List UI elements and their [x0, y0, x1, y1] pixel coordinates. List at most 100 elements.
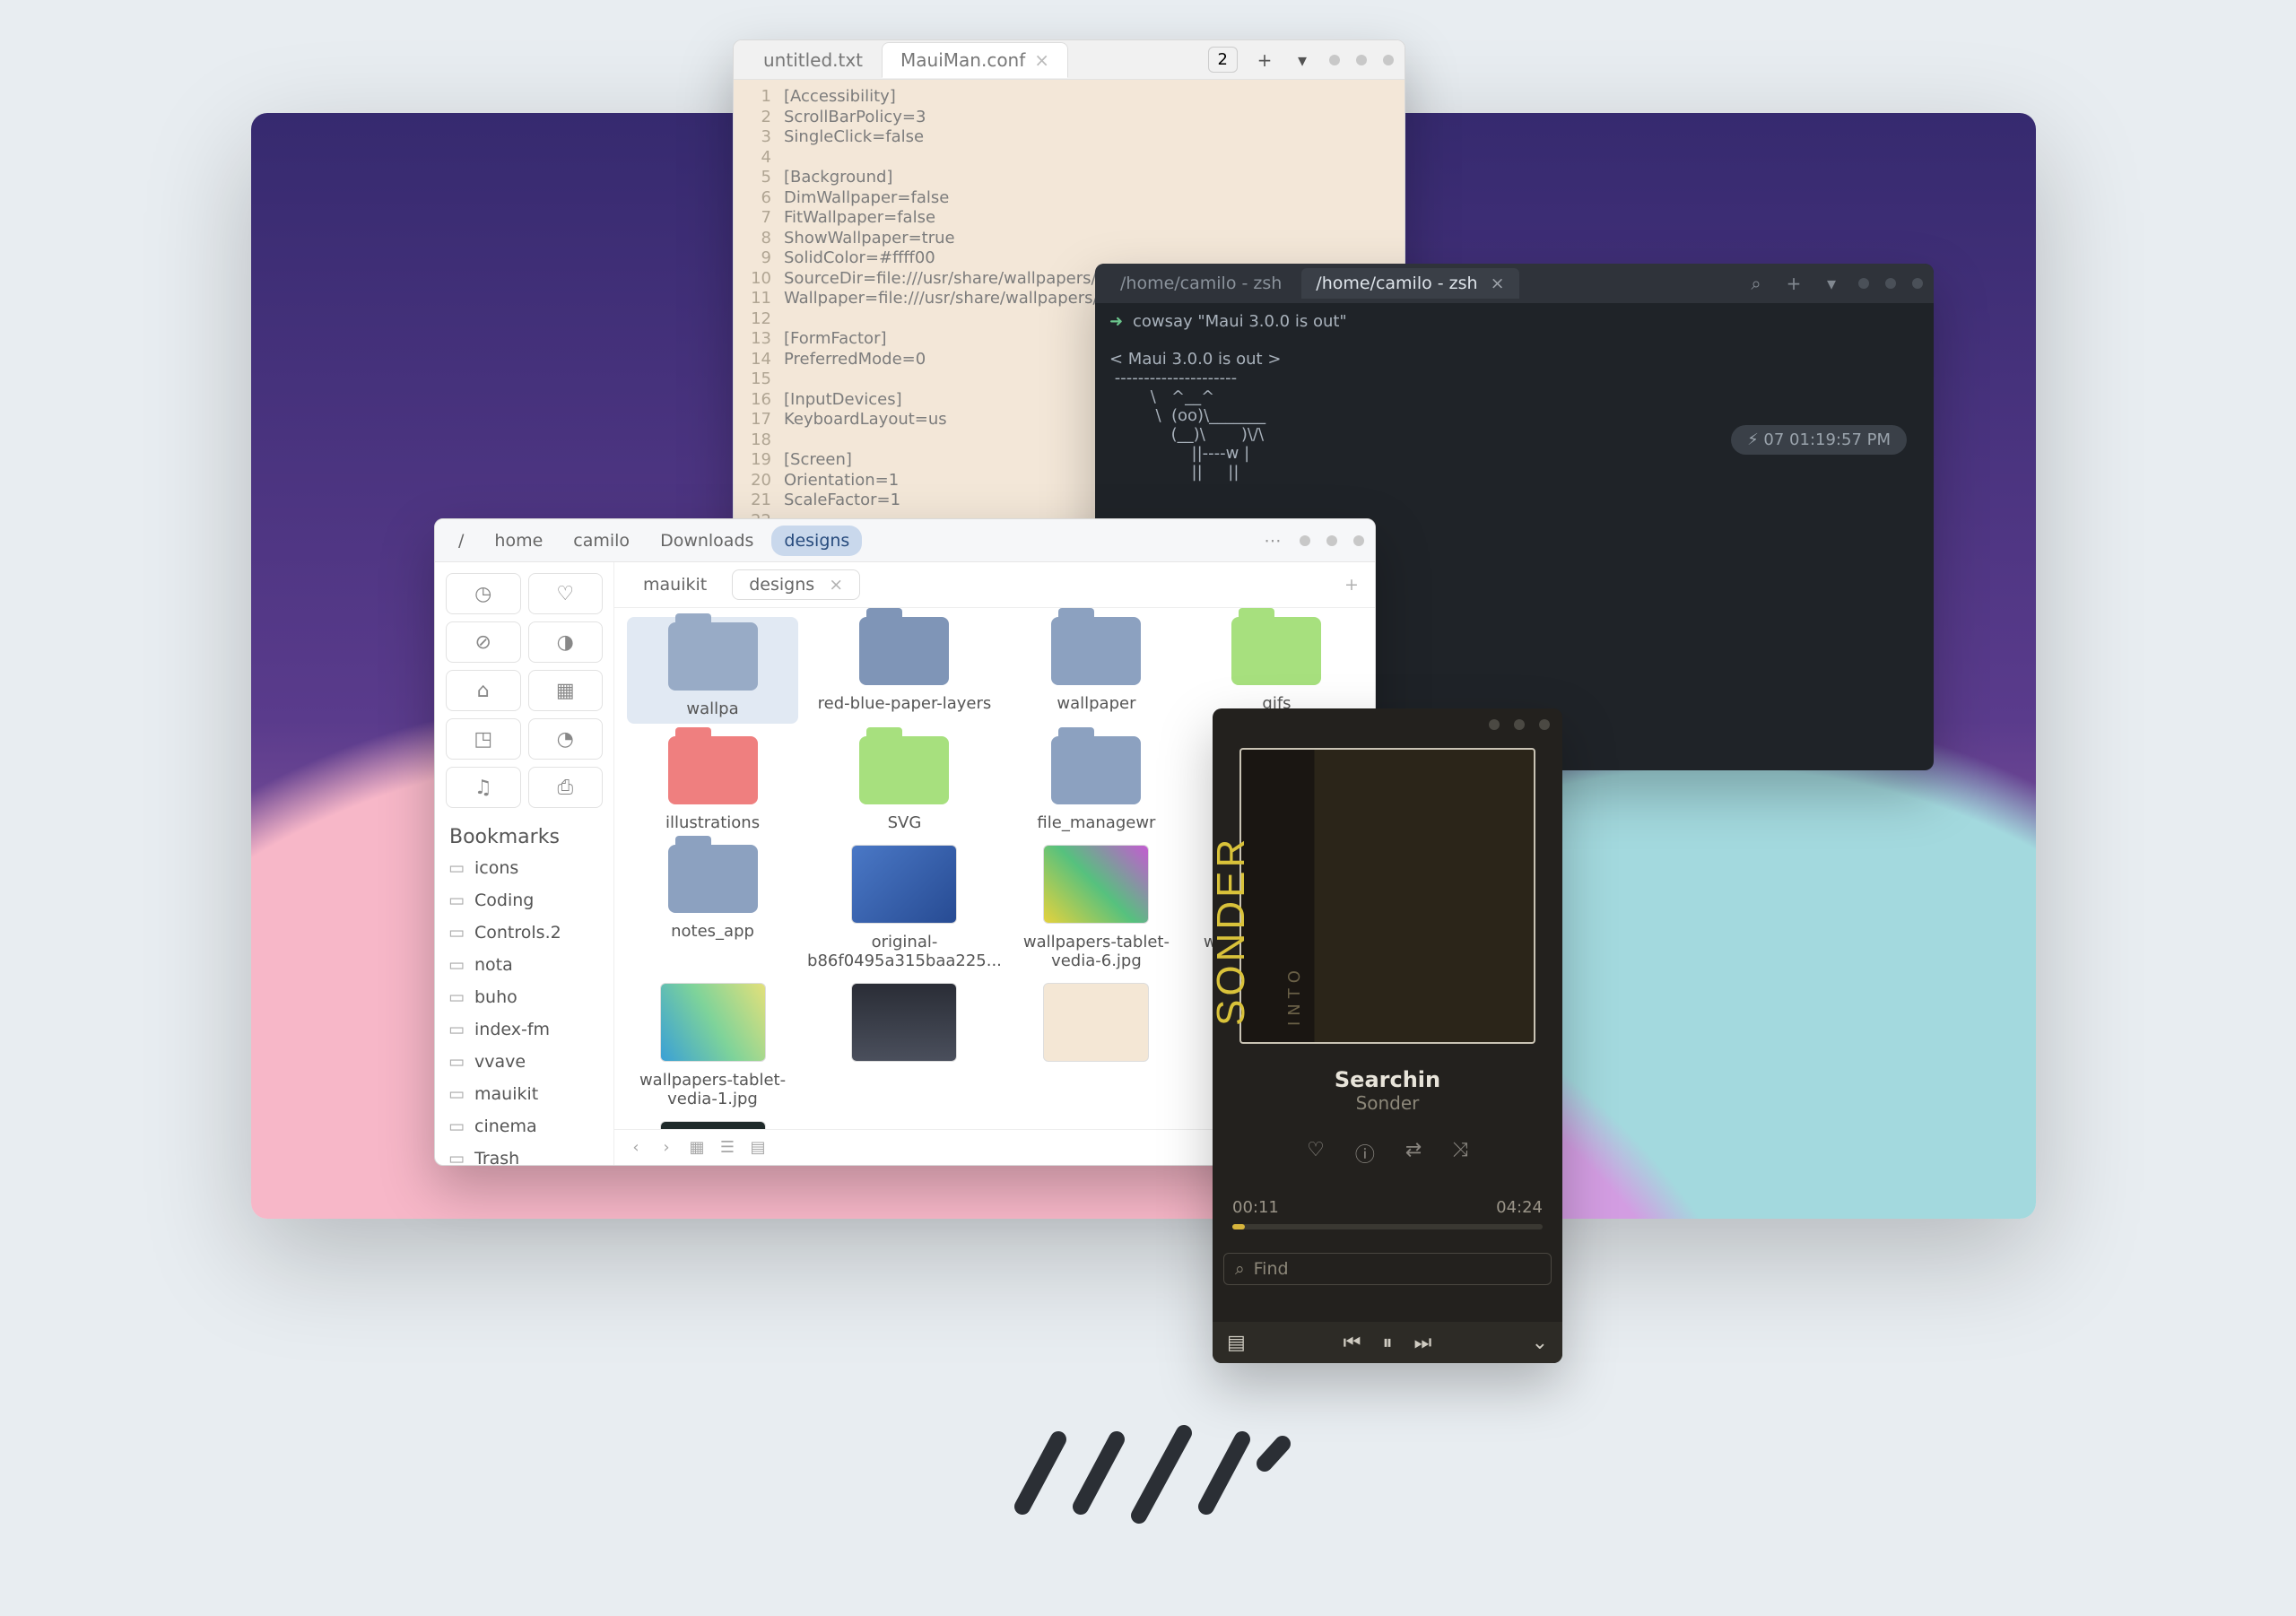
window-close-icon[interactable]	[1383, 55, 1394, 65]
bookmark-item[interactable]: ▭Coding	[435, 884, 613, 917]
sidebar-place[interactable]: ⎙	[528, 767, 604, 808]
sidebar-place[interactable]: ▦	[528, 670, 604, 711]
folder-icon: ▭	[448, 891, 465, 910]
forward-icon[interactable]: ›	[656, 1137, 677, 1159]
menu-icon[interactable]: ⋯	[1262, 530, 1283, 552]
close-icon[interactable]: ×	[1034, 49, 1049, 71]
terminal-tab-active[interactable]: /home/camilo - zsh ×	[1301, 268, 1518, 299]
info-icon[interactable]: ⓘ	[1355, 1139, 1375, 1168]
terminal-output[interactable]: ➜ cowsay "Maui 3.0.0 is out" < Maui 3.0.…	[1095, 303, 1934, 491]
file-item[interactable]: red-blue-paper-layers	[807, 617, 1002, 724]
search-icon[interactable]: ⌕	[1745, 273, 1767, 294]
file-item[interactable]	[807, 983, 1002, 1108]
sidebar-place[interactable]: ♫	[446, 767, 521, 808]
view-grid-icon[interactable]: ▦	[686, 1137, 708, 1159]
album-art: SONDER INTO	[1239, 748, 1535, 1044]
editor-tab[interactable]: untitled.txt	[744, 42, 882, 78]
file-item[interactable]	[627, 1121, 798, 1129]
window-min-icon[interactable]	[1329, 55, 1340, 65]
bookmark-item[interactable]: ▭index-fm	[435, 1013, 613, 1046]
bookmark-item[interactable]: ▭buho	[435, 981, 613, 1013]
sidebar-place[interactable]: ◷	[446, 573, 521, 614]
close-icon[interactable]: ×	[1491, 274, 1505, 293]
editor-tabs: untitled.txt MauiMan.conf×	[744, 42, 1068, 78]
add-icon[interactable]: +	[1783, 273, 1805, 294]
crumb[interactable]: Downloads	[648, 526, 766, 556]
file-item[interactable]: SVG	[807, 736, 1002, 832]
window-min-icon[interactable]	[1300, 535, 1310, 546]
crumb[interactable]: designs	[771, 526, 862, 556]
sidebar-place[interactable]: ♡	[528, 573, 604, 614]
sidebar-place[interactable]: ◔	[528, 718, 604, 760]
more-icon[interactable]: ▾	[1821, 273, 1842, 294]
view-list-icon[interactable]: ☰	[717, 1137, 738, 1159]
window-close-icon[interactable]	[1539, 719, 1550, 730]
close-icon[interactable]: ×	[829, 575, 843, 595]
file-item[interactable]	[1011, 983, 1182, 1108]
cow-art: < Maui 3.0.0 is out > ------------------…	[1109, 350, 1281, 482]
folder-icon: ▭	[448, 1116, 465, 1136]
window-max-icon[interactable]	[1356, 55, 1367, 65]
window-close-icon[interactable]	[1353, 535, 1364, 546]
player-controls: ▤ ⏮ ⏸ ⏭ ⌄	[1213, 1322, 1562, 1363]
view-compact-icon[interactable]: ▤	[747, 1137, 769, 1159]
find-field[interactable]: ⌕ Find	[1223, 1253, 1552, 1285]
file-item[interactable]: original-b86f0495a315baa225...	[807, 845, 1002, 970]
shuffle-icon[interactable]: ⤨	[1452, 1139, 1468, 1168]
bookmark-item[interactable]: ▭cinema	[435, 1110, 613, 1142]
window-min-icon[interactable]	[1489, 719, 1500, 730]
prev-icon[interactable]: ⏮	[1344, 1332, 1361, 1354]
add-tab-icon[interactable]: +	[1341, 574, 1362, 595]
file-label: wallpapers-tablet-vedia-1.jpg	[627, 1071, 798, 1108]
more-icon[interactable]: ▾	[1292, 49, 1313, 71]
repeat-icon[interactable]: ⇄	[1405, 1139, 1422, 1168]
window-close-icon[interactable]	[1912, 278, 1923, 289]
window-max-icon[interactable]	[1326, 535, 1337, 546]
sidebar-place[interactable]: ⌂	[446, 670, 521, 711]
sidebar-place[interactable]: ◑	[528, 621, 604, 663]
fm-tabs: mauikit designs × +	[614, 562, 1375, 608]
file-item[interactable]: notes_app	[627, 845, 798, 970]
fm-tab[interactable]: mauikit	[627, 570, 723, 599]
heart-icon[interactable]: ♡	[1307, 1139, 1325, 1168]
file-item[interactable]: file_managewr	[1011, 736, 1182, 832]
file-item[interactable]: wallpapers-tablet-vedia-6.jpg	[1011, 845, 1182, 970]
next-icon[interactable]: ⏭	[1414, 1332, 1432, 1354]
bookmark-item[interactable]: ▭icons	[435, 852, 613, 884]
bookmark-item[interactable]: ▭nota	[435, 949, 613, 981]
sidebar-place[interactable]: ⊘	[446, 621, 521, 663]
split-count[interactable]: 2	[1208, 47, 1238, 73]
editor-tab-active[interactable]: MauiMan.conf×	[882, 42, 1068, 78]
progress-bar[interactable]	[1232, 1224, 1543, 1229]
fm-toolbar: /homecamiloDownloadsdesigns ⋯	[435, 519, 1375, 562]
window-min-icon[interactable]	[1858, 278, 1869, 289]
time-current: 00:11	[1232, 1198, 1279, 1217]
editor-titlebar: untitled.txt MauiMan.conf× 2 + ▾	[734, 40, 1405, 80]
file-item[interactable]: illustrations	[627, 736, 798, 832]
crumb[interactable]: /	[446, 526, 476, 556]
add-icon[interactable]: +	[1254, 49, 1275, 71]
playlist-icon[interactable]: ▤	[1227, 1332, 1246, 1354]
pause-icon[interactable]: ⏸	[1382, 1332, 1392, 1354]
crumb[interactable]: home	[482, 526, 555, 556]
file-label: red-blue-paper-layers	[807, 694, 1002, 713]
bookmark-item[interactable]: ▭Trash	[435, 1142, 613, 1165]
expand-icon[interactable]: ⌄	[1532, 1332, 1548, 1354]
file-item[interactable]: wallpa	[627, 617, 798, 724]
file-item[interactable]: wallpaper	[1011, 617, 1182, 724]
tab-label: /home/camilo - zsh	[1316, 274, 1477, 293]
window-max-icon[interactable]	[1885, 278, 1896, 289]
bookmark-item[interactable]: ▭vvave	[435, 1046, 613, 1078]
window-max-icon[interactable]	[1514, 719, 1525, 730]
terminal-tab[interactable]: /home/camilo - zsh	[1106, 268, 1296, 299]
bookmark-label: mauikit	[474, 1084, 538, 1104]
tab-label: designs	[749, 575, 814, 595]
sidebar-place[interactable]: ◳	[446, 718, 521, 760]
back-icon[interactable]: ‹	[625, 1137, 647, 1159]
breadcrumb: /homecamiloDownloadsdesigns	[446, 526, 862, 556]
bookmark-item[interactable]: ▭mauikit	[435, 1078, 613, 1110]
fm-tab-active[interactable]: designs ×	[732, 569, 860, 600]
crumb[interactable]: camilo	[561, 526, 642, 556]
bookmark-item[interactable]: ▭Controls.2	[435, 917, 613, 949]
file-item[interactable]: wallpapers-tablet-vedia-1.jpg	[627, 983, 798, 1108]
